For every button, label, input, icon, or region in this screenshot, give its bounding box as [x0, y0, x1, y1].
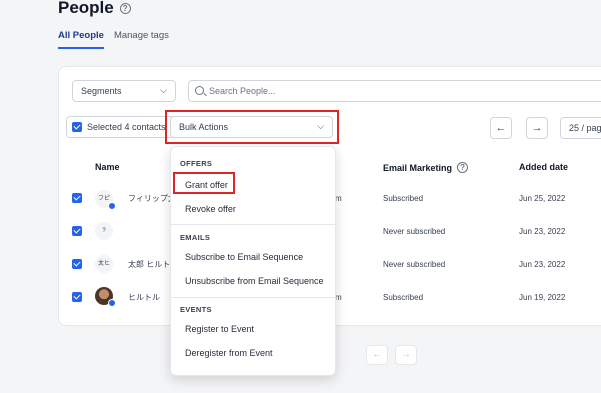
verified-badge-icon	[108, 202, 116, 210]
chevron-down-icon: ⌵	[317, 121, 324, 131]
avatar: 太ヒ	[95, 255, 113, 273]
row-checkbox[interactable]	[72, 193, 82, 203]
row-name[interactable]: ヒルトル	[128, 292, 160, 303]
next-page-button[interactable]: →	[395, 345, 417, 365]
row-date: Jun 19, 2022	[519, 293, 566, 302]
bulk-actions-select[interactable]: Bulk Actions ⌵	[170, 116, 333, 138]
help-icon[interactable]: ?	[457, 162, 469, 173]
page-title-wrap: People ?	[58, 0, 131, 18]
row-status: Never subscribed	[383, 227, 446, 236]
bulk-actions-label: Bulk Actions	[179, 122, 229, 132]
row-checkbox[interactable]	[72, 292, 82, 302]
search-input[interactable]: Search People...	[188, 80, 601, 102]
tab-all-people[interactable]: All People	[58, 30, 104, 49]
column-email-marketing-label: Email Marketing	[383, 162, 453, 173]
page-title: People	[58, 0, 114, 17]
menu-divider	[171, 224, 335, 225]
selected-contacts-label: Selected 4 contacts	[87, 122, 166, 132]
segments-label: Segments	[81, 86, 122, 96]
help-icon[interactable]: ?	[119, 2, 131, 14]
avatar: ?	[95, 222, 113, 240]
prev-page-button[interactable]: ←	[490, 117, 512, 139]
prev-page-button[interactable]: ←	[366, 345, 388, 365]
row-date: Jun 23, 2022	[519, 227, 566, 236]
row-status: Subscribed	[383, 194, 424, 203]
avatar	[95, 287, 116, 307]
menu-item-deregister-event[interactable]: Deregister from Event	[185, 348, 273, 358]
menu-item-unsubscribe-sequence[interactable]: Unsubscribe from Email Sequence	[185, 276, 324, 286]
menu-item-register-event[interactable]: Register to Event	[185, 324, 254, 334]
menu-divider	[171, 297, 335, 298]
menu-heading-emails: EMAILS	[180, 233, 211, 242]
tab-manage-tags[interactable]: Manage tags	[114, 30, 169, 49]
column-name[interactable]: Name	[95, 162, 120, 172]
menu-heading-events: EVENTS	[180, 305, 212, 314]
grant-offer-highlight	[173, 172, 235, 194]
avatar-initials: フピ	[97, 196, 110, 202]
search-icon	[195, 86, 204, 95]
row-email: m	[335, 194, 342, 203]
avatar: フピ	[95, 190, 116, 210]
per-page-select[interactable]: 25 / page	[560, 117, 601, 139]
search-placeholder: Search People...	[209, 86, 276, 96]
menu-heading-offers: OFFERS	[180, 159, 213, 168]
column-email-marketing[interactable]: Email Marketing ?	[383, 162, 469, 173]
row-date: Jun 23, 2022	[519, 260, 566, 269]
menu-item-subscribe-sequence[interactable]: Subscribe to Email Sequence	[185, 252, 303, 262]
row-date: Jun 25, 2022	[519, 194, 566, 203]
segments-select[interactable]: Segments ⌵	[72, 80, 176, 102]
avatar-initials: ?	[102, 228, 106, 234]
row-email: m	[335, 293, 342, 302]
select-all-checkbox[interactable]	[72, 122, 82, 132]
column-added-date[interactable]: Added date	[519, 162, 568, 172]
tabs: All People Manage tags	[58, 30, 169, 49]
verified-badge-icon	[108, 299, 116, 307]
avatar-initials: 太ヒ	[97, 261, 110, 267]
row-checkbox[interactable]	[72, 259, 82, 269]
row-status: Never subscribed	[383, 260, 446, 269]
selected-contacts-box[interactable]: Selected 4 contacts	[66, 116, 174, 138]
row-status: Subscribed	[383, 293, 424, 302]
row-checkbox[interactable]	[72, 226, 82, 236]
next-page-button[interactable]: →	[526, 117, 548, 139]
menu-item-revoke-offer[interactable]: Revoke offer	[185, 204, 236, 214]
chevron-down-icon: ⌵	[160, 85, 167, 95]
row-name[interactable]: フィリップ太	[128, 193, 176, 204]
